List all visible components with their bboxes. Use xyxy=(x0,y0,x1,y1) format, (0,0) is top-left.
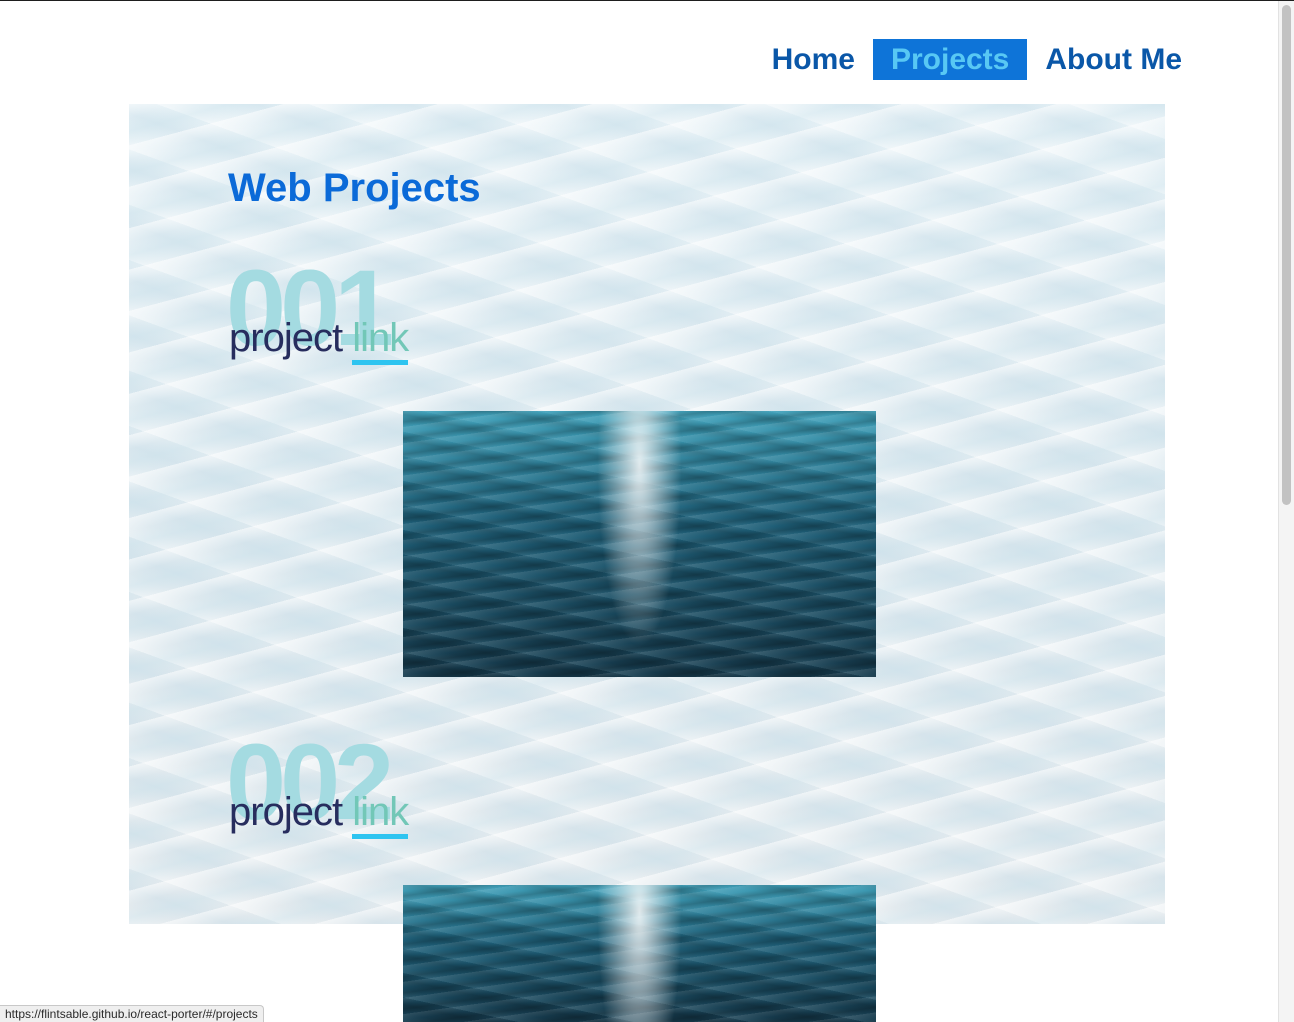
scrollbar-thumb[interactable] xyxy=(1282,5,1291,505)
project-image-ocean xyxy=(403,411,876,677)
page-title: Web Projects xyxy=(228,166,481,210)
nav-home[interactable]: Home xyxy=(754,39,873,80)
project-label: project link xyxy=(229,316,409,365)
project-link[interactable]: link xyxy=(352,316,409,365)
vertical-scrollbar[interactable] xyxy=(1278,1,1294,1022)
project-link[interactable]: link xyxy=(352,790,409,839)
project-image-ocean xyxy=(403,885,876,1022)
project-label-text: project xyxy=(229,316,343,360)
project-label-text: project xyxy=(229,790,343,834)
project-label: project link xyxy=(229,790,409,839)
nav-about-me[interactable]: About Me xyxy=(1027,39,1200,80)
link-status-url: https://flintsable.github.io/react-porte… xyxy=(0,1005,264,1022)
main-nav: Home Projects About Me xyxy=(754,39,1200,80)
window-top-border xyxy=(0,0,1294,1)
nav-projects[interactable]: Projects xyxy=(872,39,1028,80)
